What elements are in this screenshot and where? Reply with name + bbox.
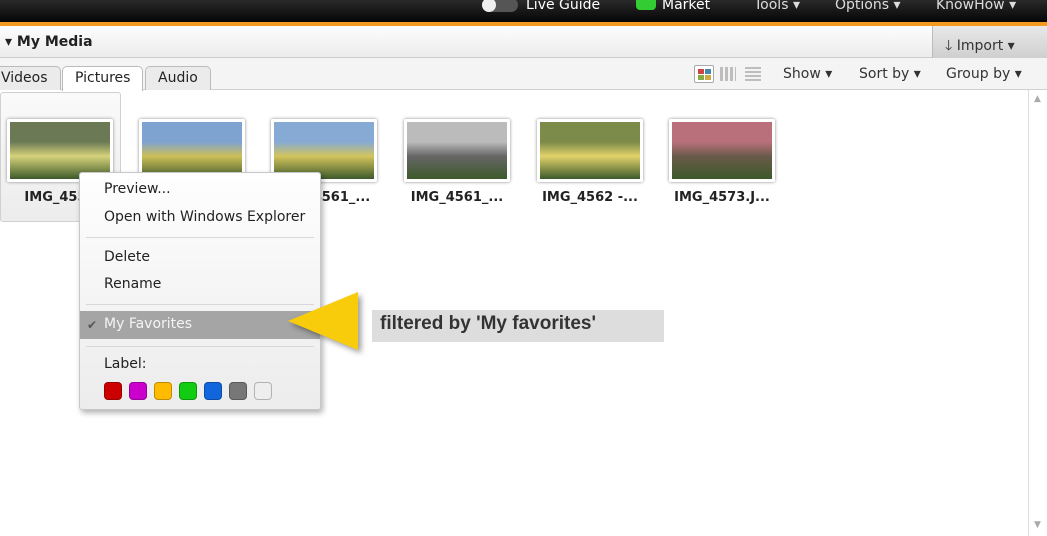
label-color-swatch[interactable]: [129, 382, 147, 400]
thumbnail-label: IMG_4573.J...: [674, 190, 770, 205]
thumbnail-image[interactable]: [404, 119, 510, 182]
menu-separator: [86, 346, 314, 347]
thumbnail-label: IMG_4561_...: [410, 190, 504, 205]
tab-pictures[interactable]: Pictures: [62, 66, 144, 91]
label-color-swatch[interactable]: [179, 382, 197, 400]
vertical-scrollbar[interactable]: ▲ ▼: [1028, 90, 1047, 536]
callout-arrow: [288, 292, 358, 350]
top-bar: Live Guide Market Tools ▾ Options ▾ Know…: [0, 0, 1047, 26]
tab-audio[interactable]: Audio: [145, 66, 211, 90]
show-dropdown[interactable]: Show ▾: [783, 66, 832, 82]
thumbnail-image[interactable]: [537, 119, 643, 182]
menu-item-preview[interactable]: Preview...: [104, 181, 171, 197]
basket-icon: [636, 0, 656, 10]
live-guide-label[interactable]: Live Guide: [526, 0, 600, 13]
menu-item-delete[interactable]: Delete: [104, 249, 150, 265]
label-color-swatch[interactable]: [154, 382, 172, 400]
menu-item-rename[interactable]: Rename: [104, 276, 161, 292]
my-media-header: ▾ My Media 🡓 Import ▾: [0, 26, 1047, 58]
label-color-swatch[interactable]: [204, 382, 222, 400]
context-menu: Preview... Open with Windows Explorer De…: [79, 172, 321, 410]
section-title[interactable]: ▾ My Media: [5, 34, 93, 50]
thumbnail-label: IMG_4562 -...: [542, 190, 638, 205]
menu-item-open-explorer[interactable]: Open with Windows Explorer: [104, 209, 305, 225]
tab-videos[interactable]: Videos: [0, 66, 61, 90]
label-color-swatch[interactable]: [104, 382, 122, 400]
label-color-swatch[interactable]: [254, 382, 272, 400]
live-guide-toggle[interactable]: [482, 0, 518, 12]
label-color-swatch[interactable]: [229, 382, 247, 400]
callout-text: filtered by 'My favorites': [372, 310, 664, 342]
scroll-up-icon[interactable]: ▲: [1034, 94, 1041, 104]
market-link[interactable]: Market: [662, 0, 710, 13]
details-view-icon[interactable]: [745, 67, 761, 81]
large-thumbnails-view-icon[interactable]: [694, 65, 714, 83]
tools-menu[interactable]: Tools ▾: [754, 0, 800, 13]
favorites-label: My Favorites: [104, 316, 193, 332]
knowhow-menu[interactable]: KnowHow ▾: [936, 0, 1016, 13]
menu-separator: [86, 304, 314, 305]
sort-by-dropdown[interactable]: Sort by ▾: [859, 66, 921, 82]
label-heading: Label:: [104, 356, 147, 372]
import-button[interactable]: 🡓 Import ▾: [932, 26, 1047, 58]
tabs-row: Videos Pictures Audio Show ▾ Sort by ▾ G…: [0, 58, 1047, 91]
options-menu[interactable]: Options ▾: [835, 0, 901, 13]
check-icon: ✔: [87, 318, 98, 332]
small-thumbnails-view-icon[interactable]: [720, 67, 736, 81]
menu-item-my-favorites[interactable]: ✔ My Favorites: [80, 311, 320, 339]
scroll-down-icon[interactable]: ▼: [1034, 520, 1041, 530]
group-by-dropdown[interactable]: Group by ▾: [946, 66, 1022, 82]
thumbnail-image[interactable]: [669, 119, 775, 182]
menu-separator: [86, 237, 314, 238]
